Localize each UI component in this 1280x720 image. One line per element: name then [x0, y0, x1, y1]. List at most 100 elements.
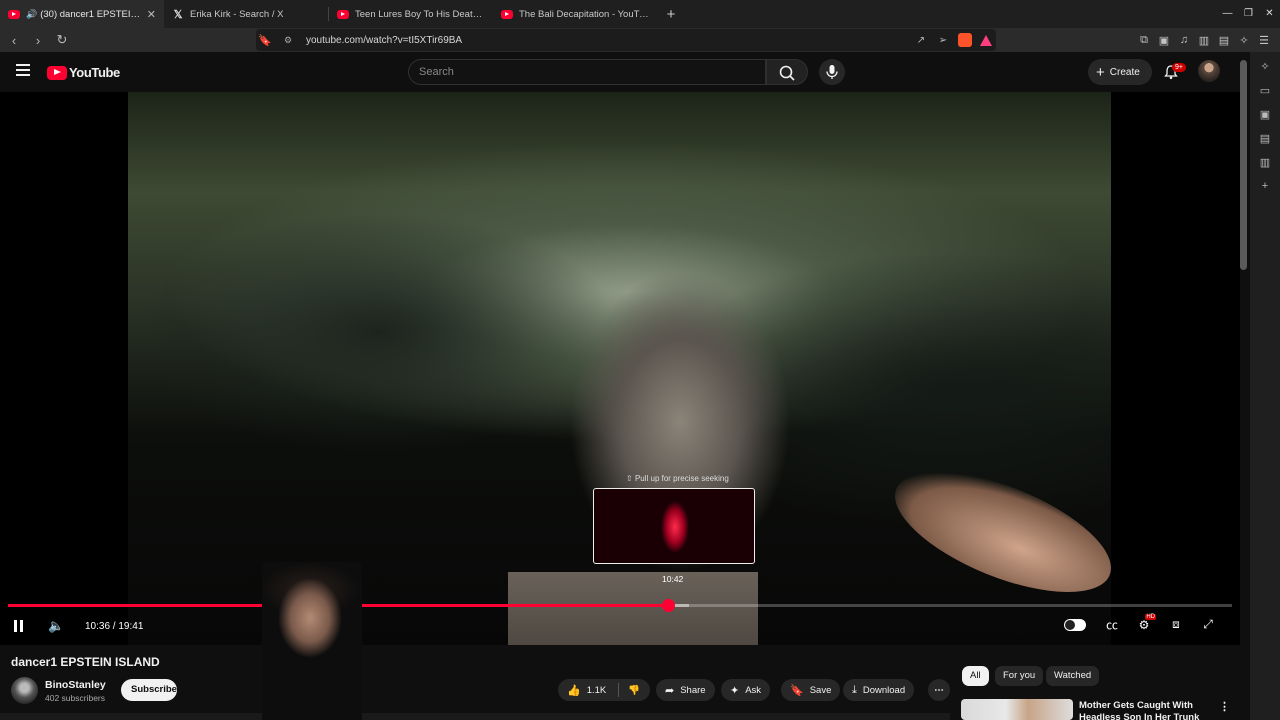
ask-label: Ask: [745, 684, 762, 696]
hamburger-menu-icon[interactable]: [16, 64, 30, 79]
toolbar-actions: ⧉ ▣ ♫ ▥ ▤ ✧ ☰: [1134, 28, 1274, 52]
ask-button[interactable]: ✦ Ask: [721, 679, 771, 701]
address-bar[interactable]: 🔖 ⚙ youtube.com/watch?v=tI5XTir69BA ↗ ➢: [256, 29, 996, 51]
close-window-icon[interactable]: ✕: [1259, 0, 1280, 28]
time-display: 10:36 / 19:41: [85, 620, 144, 632]
close-tab-icon[interactable]: ✕: [147, 8, 156, 21]
open-external-icon[interactable]: ↗: [910, 35, 932, 46]
tab-strip: 🔊 (30) dancer1 EPSTEIN ISLAND ✕ 𝕏 Erika …: [0, 0, 1280, 28]
download-icon: ⤓: [852, 683, 857, 696]
share-button[interactable]: ➦ Share: [656, 679, 715, 701]
seek-preview-time: 10:42: [662, 574, 684, 584]
chip-watched[interactable]: Watched: [1046, 666, 1100, 686]
chip-for-you[interactable]: For you: [995, 666, 1044, 686]
download-label: Download: [862, 684, 906, 696]
like-dislike-group: 👍 1.1K 👎: [558, 679, 650, 701]
channel-avatar[interactable]: [11, 677, 38, 704]
extensions-icon[interactable]: ⧉: [1134, 34, 1154, 47]
video-player[interactable]: ⇧ Pull up for precise seeking 10:42 🔈 10…: [0, 92, 1240, 645]
like-count: 1.1K: [586, 684, 607, 696]
dislike-button[interactable]: 👎: [619, 685, 649, 696]
tab-x-search[interactable]: 𝕏 Erika Kirk - Search / X: [164, 0, 328, 28]
webcam-overlay: [262, 562, 362, 720]
leo-sidebar-icon[interactable]: ✧: [1260, 60, 1269, 84]
reload-icon[interactable]: ↻: [52, 32, 72, 48]
download-button[interactable]: ⤓ Download: [843, 679, 915, 701]
bookmarks-sidebar-icon[interactable]: ▤: [1260, 132, 1270, 156]
youtube-icon: [337, 9, 349, 19]
brave-rewards-icon[interactable]: [980, 34, 992, 46]
reading-list-icon[interactable]: ▭: [1260, 84, 1270, 108]
search-button[interactable]: [766, 59, 808, 85]
plus-icon: +: [1096, 63, 1105, 81]
thumbs-up-icon: 👍: [567, 684, 581, 697]
notification-badge: 9+: [1172, 63, 1186, 72]
channel-name[interactable]: BinoStanley: [45, 679, 106, 691]
site-info-icon[interactable]: ⚙: [284, 35, 298, 46]
x-icon: 𝕏: [173, 8, 183, 21]
hd-badge: HD: [1145, 613, 1156, 620]
send-icon[interactable]: ➢: [932, 35, 954, 46]
seek-preview-thumbnail: [593, 488, 755, 564]
wallet-sidebar-icon[interactable]: ▣: [1260, 108, 1270, 132]
player-right-controls: ㏄ ⚙ HD ⧈ ⤢: [1064, 613, 1224, 633]
tab-youtube-epstein[interactable]: 🔊 (30) dancer1 EPSTEIN ISLAND ✕: [0, 0, 164, 28]
search-input[interactable]: Search: [408, 59, 766, 85]
tab-title: Erika Kirk - Search / X: [190, 8, 284, 20]
video-title: dancer1 EPSTEIN ISLAND: [11, 655, 160, 669]
statue-pedestal: [508, 572, 758, 645]
forward-icon[interactable]: ›: [28, 33, 48, 48]
bookmark-icon[interactable]: 🔖: [256, 34, 274, 47]
sidebar-toggle-icon[interactable]: ▥: [1194, 34, 1214, 47]
back-icon[interactable]: ‹: [4, 33, 24, 48]
fullscreen-icon[interactable]: ⤢: [1192, 617, 1224, 632]
leo-ai-icon[interactable]: ✧: [1234, 34, 1254, 47]
miniplayer-icon[interactable]: ⧈: [1160, 617, 1192, 632]
captions-icon[interactable]: ㏄: [1096, 616, 1128, 633]
share-label: Share: [680, 684, 706, 696]
chip-all[interactable]: All: [962, 666, 989, 686]
tab-bali-decapitation[interactable]: The Bali Decapitation - YouTube: [493, 0, 657, 28]
page-scrollbar[interactable]: [1240, 60, 1247, 270]
minimize-icon[interactable]: —: [1217, 0, 1238, 28]
maximize-icon[interactable]: ❐: [1238, 0, 1259, 28]
url-text[interactable]: youtube.com/watch?v=tI5XTir69BA: [306, 35, 910, 46]
create-button[interactable]: + Create: [1088, 59, 1152, 85]
brave-shields-icon[interactable]: [958, 33, 972, 47]
recommendation-menu-icon[interactable]: ⋮: [1219, 700, 1230, 713]
new-tab-button[interactable]: +: [657, 6, 685, 23]
autoplay-toggle[interactable]: [1064, 618, 1086, 631]
tab-teen-lures[interactable]: Teen Lures Boy To His Death, Th: [329, 0, 493, 28]
history-sidebar-icon[interactable]: ▥: [1260, 156, 1270, 180]
seek-hint-text: Pull up for precise seeking: [634, 474, 729, 483]
progress-bar[interactable]: [8, 604, 1232, 607]
settings-gear-icon[interactable]: ⚙ HD: [1128, 613, 1160, 632]
add-sidebar-item-icon[interactable]: +: [1262, 180, 1268, 204]
youtube-logo[interactable]: YouTube: [47, 65, 120, 80]
like-button[interactable]: 👍 1.1K: [558, 684, 618, 697]
recommendation-thumbnail[interactable]: [961, 699, 1073, 720]
description-box-edge: [0, 713, 950, 720]
sparkle-icon: ✦: [730, 684, 740, 697]
voice-search-button[interactable]: [819, 59, 845, 85]
search-placeholder: Search: [419, 66, 454, 78]
subscriber-count: 402 subscribers: [45, 693, 106, 703]
youtube-icon: [8, 9, 20, 19]
account-avatar[interactable]: [1198, 60, 1220, 82]
volume-icon[interactable]: 🔈: [48, 616, 64, 636]
wallet-icon[interactable]: ▣: [1154, 34, 1174, 47]
thumbs-down-icon: 👎: [628, 684, 640, 696]
save-button[interactable]: 🔖 Save: [781, 679, 841, 701]
pause-button[interactable]: [14, 616, 26, 636]
subscribe-button[interactable]: Subscribe: [121, 679, 177, 701]
music-icon[interactable]: ♫: [1174, 34, 1194, 46]
create-label: Create: [1109, 66, 1140, 78]
scrubber-handle[interactable]: [661, 599, 675, 612]
browser-window: 🔊 (30) dancer1 EPSTEIN ISLAND ✕ 𝕏 Erika …: [0, 0, 1280, 720]
recommendation-title[interactable]: Mother Gets Caught With Headless Son In …: [1079, 700, 1209, 720]
menu-icon[interactable]: ☰: [1254, 34, 1274, 47]
wallet-2-icon[interactable]: ▤: [1214, 34, 1234, 47]
speaker-icon[interactable]: 🔊: [26, 9, 37, 20]
pointing-arm: [879, 447, 1127, 617]
more-actions-button[interactable]: ⋯: [928, 679, 950, 701]
